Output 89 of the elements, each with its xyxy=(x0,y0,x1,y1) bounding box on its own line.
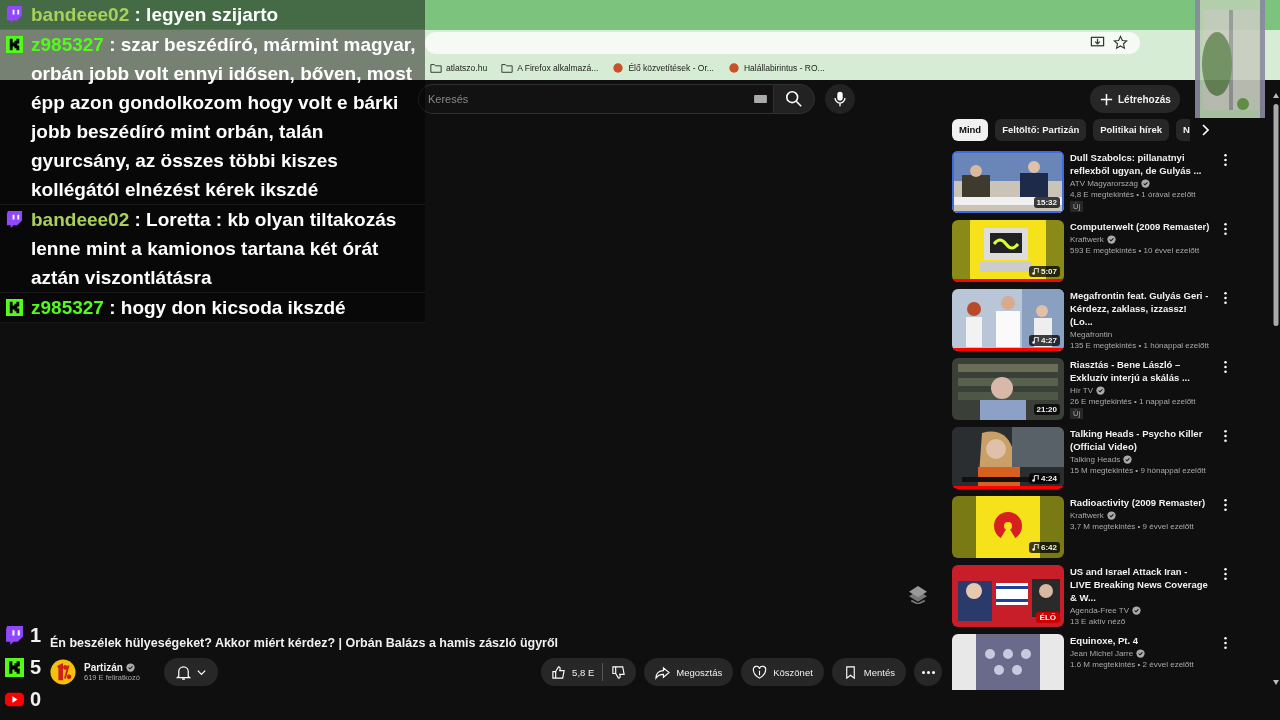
viewer-count: 1 xyxy=(30,623,42,647)
duration-badge: 6:42 xyxy=(1029,541,1060,553)
stack-icon xyxy=(909,586,927,604)
filter-chip[interactable]: Feltöltő: Partizán xyxy=(995,118,1087,141)
chevron-right-icon[interactable] xyxy=(1202,123,1209,136)
bookmark[interactable]: Élő közvetítések - Or... xyxy=(612,61,714,74)
video-meta: 15 M megtekintés • 9 hónappal ezelőtt xyxy=(1070,465,1206,475)
more-icon[interactable] xyxy=(1224,636,1227,649)
duration-badge: 4:27 xyxy=(1029,334,1060,346)
thumbs-up-icon xyxy=(551,664,567,680)
duration-badge: 21:20 xyxy=(1033,403,1060,415)
channel-name[interactable]: Kraftwerk xyxy=(1070,510,1104,520)
kick-icon xyxy=(6,299,23,316)
chat-message: bandeee02 : legyen szijarto xyxy=(31,3,280,27)
channel-name[interactable]: Hír TV xyxy=(1070,385,1093,395)
more-icon[interactable] xyxy=(1224,429,1227,442)
heart-icon xyxy=(752,664,768,680)
video-meta: 593 E megtekintés • 10 évvel ezelőtt xyxy=(1070,245,1200,255)
search-button[interactable] xyxy=(773,84,815,114)
thanks-button[interactable]: Köszönet xyxy=(741,658,824,686)
more-icon[interactable] xyxy=(1224,222,1227,235)
video-meta: 135 E megtekintés • 1 hónappal ezelőtt xyxy=(1070,340,1209,350)
bell-icon xyxy=(175,663,192,681)
notification-button[interactable] xyxy=(164,658,218,686)
kick-icon xyxy=(5,657,24,677)
site-icon xyxy=(727,61,740,74)
microphone-icon xyxy=(831,90,849,108)
chat-message: z985327 : hogy don kicsoda ikszdé xyxy=(31,296,347,320)
video-title[interactable]: Talking Heads - Psycho Killer (Official Video) xyxy=(1070,426,1210,453)
microphone-button[interactable] xyxy=(825,84,855,114)
more-icon[interactable] xyxy=(1224,153,1227,166)
more-icon[interactable] xyxy=(1224,498,1227,511)
twitch-icon xyxy=(6,211,23,228)
twitch-icon xyxy=(6,6,23,23)
channel-name[interactable]: Jean Michel Jarre xyxy=(1070,648,1134,658)
more-button[interactable] xyxy=(914,658,942,686)
channel-name[interactable]: Talking Heads xyxy=(1070,454,1121,464)
video-title[interactable]: Equinoxe, Pt. 4 xyxy=(1070,633,1139,647)
video-title[interactable]: Dull Szabolcs: pillanatnyi reflexből ugyan, de Gulyás ... xyxy=(1070,150,1210,177)
video-title: Én beszélek hülyeségeket? Akkor miért kérdez? | Orbán Balázs a hamis zászló ügyről xyxy=(50,634,559,652)
save-button[interactable]: Mentés xyxy=(831,658,906,686)
video-meta: 26 E megtekintés • 1 nappal ezelőtt xyxy=(1070,396,1196,406)
filter-chip[interactable]: N xyxy=(1176,118,1190,141)
live-badge: ÉLŐ xyxy=(1035,611,1060,623)
channel-name[interactable]: Agenda-Free TV xyxy=(1070,605,1129,615)
dislike-button[interactable] xyxy=(611,664,627,680)
channel-name[interactable]: Partizán xyxy=(84,662,123,673)
duration-badge: 4:24 xyxy=(1029,472,1060,484)
video-meta: 4,8 E megtekintés • 1 órával ezelőtt xyxy=(1070,189,1196,199)
video-meta: 3,7 M megtekintés • 9 évvel ezelőtt xyxy=(1070,521,1194,531)
twitch-icon xyxy=(5,625,24,645)
video-title[interactable]: Computerwelt (2009 Remaster) xyxy=(1070,219,1210,233)
viewer-count: 0 xyxy=(30,687,42,711)
duration-badge: 5:07 xyxy=(1029,265,1060,277)
share-arrow-icon xyxy=(655,664,671,680)
video-title[interactable]: Radioactivity (2009 Remaster) xyxy=(1070,495,1206,509)
search-field[interactable]: Keresés xyxy=(418,84,773,114)
bookmark[interactable]: A Firefox alkalmazá... xyxy=(501,61,599,74)
search-icon xyxy=(785,90,803,108)
star-icon[interactable] xyxy=(1113,35,1128,50)
folder-icon xyxy=(430,61,442,74)
video-title[interactable]: Riasztás - Bene László – Exkluzív interjú a skálás ... xyxy=(1070,357,1210,384)
chat-message: bandeee02 : Loretta : kb olyan tiltakozás lenne mint a kamionos tartana két órát aztán viszontlátásra xyxy=(31,208,398,290)
duration-badge: 15:32 xyxy=(1033,196,1060,208)
channel-name[interactable]: Kraftwerk xyxy=(1070,234,1104,244)
channel-name[interactable]: ATV Magyarország xyxy=(1070,178,1138,188)
folder-icon xyxy=(501,61,514,74)
plus-icon xyxy=(1099,91,1114,107)
video-meta: 1.6 M megtekintés • 2 évvel ezelőtt xyxy=(1070,659,1194,669)
channel-logo-icon[interactable] xyxy=(50,659,76,685)
filter-chip[interactable]: Politikai hírek xyxy=(1093,118,1169,141)
thumbs-down-icon xyxy=(611,664,627,680)
share-button[interactable]: Megosztás xyxy=(644,658,734,686)
site-icon xyxy=(612,61,625,74)
more-icon xyxy=(921,670,935,674)
chat-message: z985327 : szar beszédíró, mármint magyar, orbán jobb volt ennyi idősen, bőven, most épp azon gondolkozom hogy volt e bárki jobb beszédíró mint orbán, talán gyurcsány, az összes többi kiszes kollégától elnézést kérek ikszdé xyxy=(31,33,417,202)
kick-icon xyxy=(6,36,23,53)
more-icon[interactable] xyxy=(1224,291,1227,304)
video-title[interactable]: US and Israel Attack Iran - LIVE Breaking News Coverage & W... xyxy=(1070,564,1210,604)
create-button[interactable]: Létrehozás xyxy=(1090,85,1180,113)
video-title[interactable]: Megafrontin feat. Gulyás Geri - Kérdezz, zaklass, izzassz! (Lo... xyxy=(1070,288,1210,328)
video-meta: 13 E aktív néző xyxy=(1070,616,1126,626)
more-icon[interactable] xyxy=(1224,567,1227,580)
channel-name[interactable]: Megafrontin xyxy=(1070,329,1113,339)
bookmark[interactable]: atlatszo.hu xyxy=(430,61,488,74)
filter-chip[interactable]: Mind xyxy=(952,118,989,141)
viewer-count: 5 xyxy=(30,655,42,679)
more-icon[interactable] xyxy=(1224,360,1227,373)
bookmark[interactable]: Halállabirintus - RO... xyxy=(727,61,825,74)
